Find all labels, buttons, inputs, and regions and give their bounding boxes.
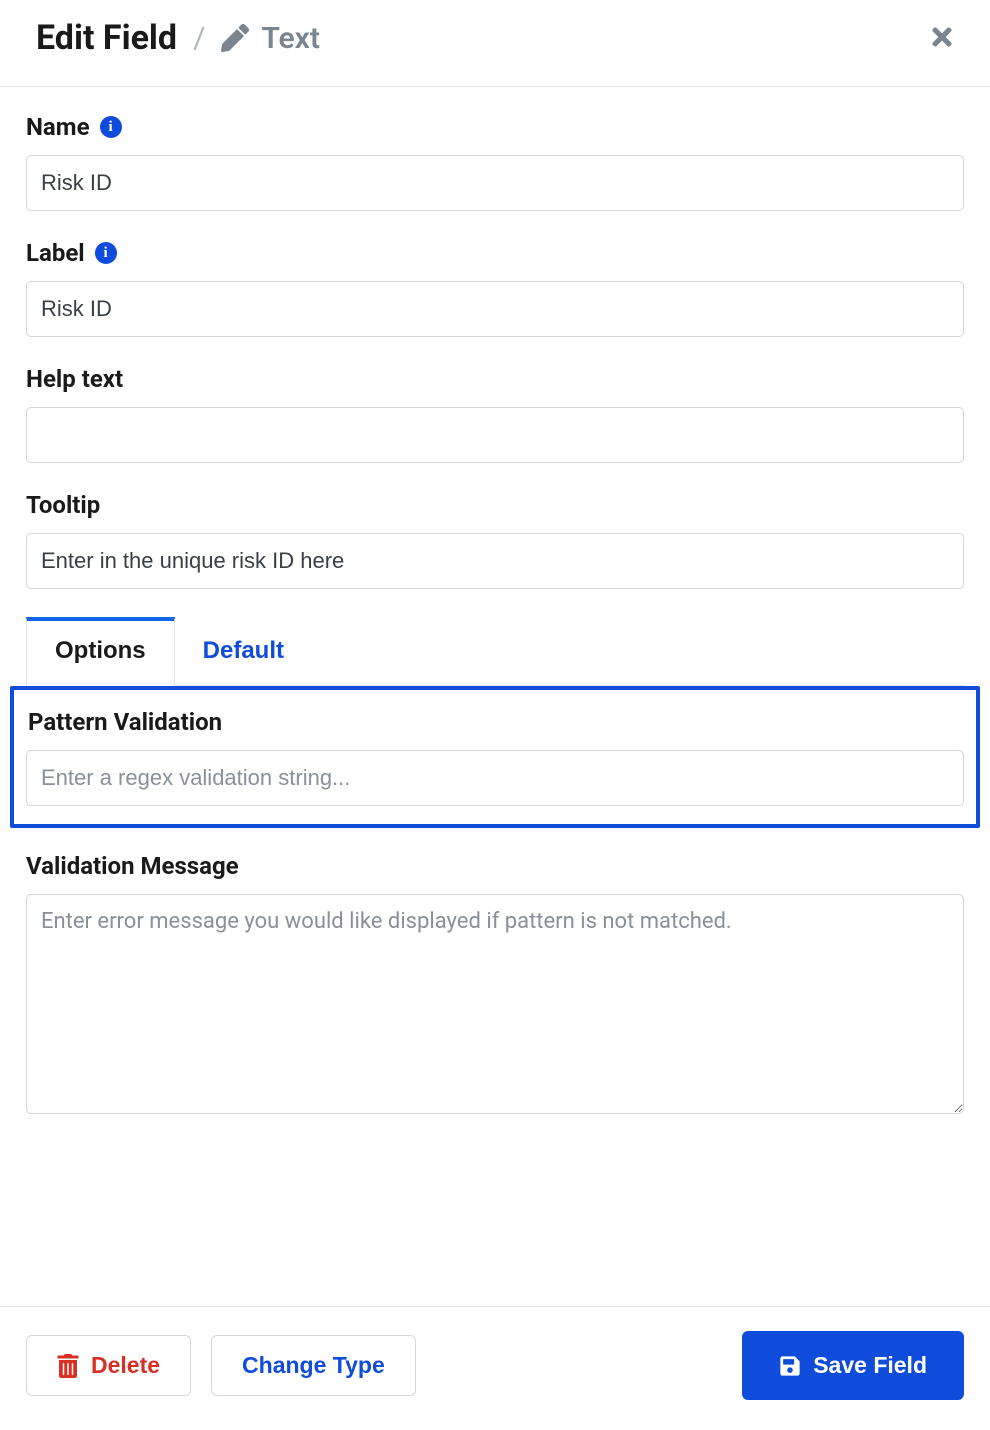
header-left: Edit Field / Text xyxy=(36,18,320,58)
change-type-button[interactable]: Change Type xyxy=(211,1335,416,1396)
delete-button-label: Delete xyxy=(91,1352,160,1379)
tooltip-label-row: Tooltip xyxy=(26,491,964,519)
info-icon[interactable]: i xyxy=(95,242,117,264)
validation-message-group: Validation Message xyxy=(26,852,964,1118)
page-title: Edit Field xyxy=(36,18,177,58)
label-label-row: Label i xyxy=(26,239,964,267)
pattern-validation-input[interactable] xyxy=(26,750,964,806)
save-icon xyxy=(779,1355,801,1377)
tab-default[interactable]: Default xyxy=(175,617,312,685)
change-type-label: Change Type xyxy=(242,1352,385,1379)
name-input[interactable] xyxy=(26,155,964,211)
dialog-footer: Delete Change Type Save Field xyxy=(0,1306,990,1430)
tooltip-label: Tooltip xyxy=(26,491,100,519)
pattern-validation-label: Pattern Validation xyxy=(28,708,222,736)
close-button[interactable] xyxy=(924,19,960,58)
helptext-label: Help text xyxy=(26,365,123,393)
breadcrumb-separator: / xyxy=(193,21,205,56)
pencil-icon xyxy=(221,24,249,52)
pattern-validation-highlight: Pattern Validation xyxy=(10,686,980,828)
label-label: Label xyxy=(26,239,85,267)
field-type-indicator: Text xyxy=(221,21,319,56)
label-input[interactable] xyxy=(26,281,964,337)
tooltip-input[interactable] xyxy=(26,533,964,589)
tab-options[interactable]: Options xyxy=(26,617,175,686)
tooltip-group: Tooltip xyxy=(26,491,964,589)
name-group: Name i xyxy=(26,113,964,211)
validation-message-input[interactable] xyxy=(26,894,964,1114)
pattern-validation-label-row: Pattern Validation xyxy=(28,708,964,736)
name-label-row: Name i xyxy=(26,113,964,141)
helptext-label-row: Help text xyxy=(26,365,964,393)
dialog-header: Edit Field / Text xyxy=(0,0,990,87)
delete-button[interactable]: Delete xyxy=(26,1335,191,1396)
save-field-label: Save Field xyxy=(813,1352,927,1379)
name-label: Name xyxy=(26,113,90,141)
info-icon[interactable]: i xyxy=(100,116,122,138)
helptext-group: Help text xyxy=(26,365,964,463)
field-type-label: Text xyxy=(261,21,319,56)
helptext-input[interactable] xyxy=(26,407,964,463)
form-body: Name i Label i Help text Tooltip Options… xyxy=(0,87,990,1306)
close-icon xyxy=(928,23,956,51)
validation-message-label-row: Validation Message xyxy=(26,852,964,880)
save-field-button[interactable]: Save Field xyxy=(742,1331,964,1400)
label-group: Label i xyxy=(26,239,964,337)
trash-icon xyxy=(57,1354,79,1378)
footer-left: Delete Change Type xyxy=(26,1335,416,1396)
tabs: Options Default xyxy=(26,617,964,686)
validation-message-label: Validation Message xyxy=(26,852,239,880)
